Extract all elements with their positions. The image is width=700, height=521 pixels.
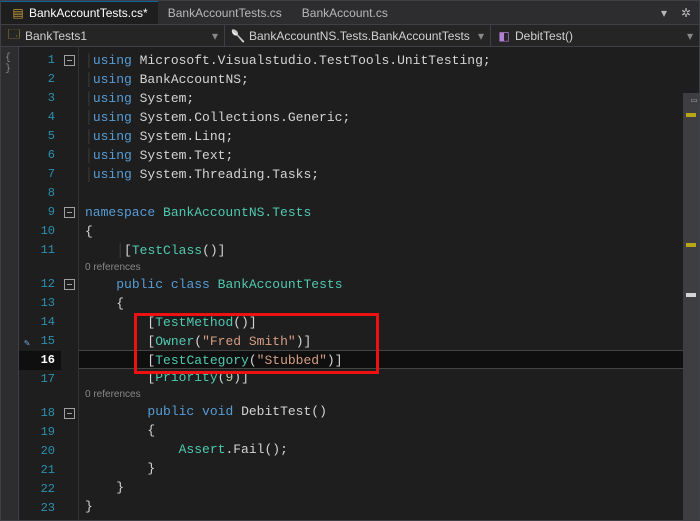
nav-class[interactable]: 🥄 BankAccountNS.Tests.BankAccountTests ▾ — [225, 25, 491, 46]
tab-label: BankAccountTests.cs — [168, 6, 282, 20]
nav-bar: 🗔 BankTests1 ▾ 🥄 BankAccountNS.Tests.Ban… — [1, 25, 699, 47]
tab-label: BankAccountTests.cs* — [29, 6, 148, 20]
code-area[interactable]: │using Microsoft.Visualstudio.TestTools.… — [79, 47, 699, 520]
method-icon: ◧ — [497, 29, 511, 43]
line-number-gutter: 1234 5678 91011 12131415 1617 18192021 2… — [19, 47, 61, 520]
chevron-down-icon: ▾ — [212, 29, 218, 43]
gear-icon[interactable]: ✲ — [679, 6, 693, 20]
tab-bar: ▤ BankAccountTests.cs* BankAccountTests.… — [1, 1, 699, 25]
nav-class-label: BankAccountNS.Tests.BankAccountTests — [249, 29, 470, 43]
nav-member[interactable]: ◧ DebitTest() ▾ — [491, 25, 699, 46]
nav-member-label: DebitTest() — [515, 29, 573, 43]
tab-bankaccounttests-modified[interactable]: ▤ BankAccountTests.cs* — [1, 1, 158, 24]
folding-margin[interactable] — [61, 47, 79, 520]
class-icon: 🥄 — [231, 29, 245, 43]
tab-label: BankAccount.cs — [302, 6, 388, 20]
code-editor[interactable]: { } 1234 5678 91011 12131415 1617 181920… — [1, 47, 699, 520]
codelens-method[interactable]: 0 references — [79, 387, 699, 402]
nav-scope[interactable]: 🗔 BankTests1 ▾ — [1, 25, 225, 46]
tab-bankaccounttests[interactable]: BankAccountTests.cs — [158, 1, 292, 24]
nav-scope-label: BankTests1 — [25, 29, 87, 43]
chevron-down-icon: ▾ — [478, 29, 484, 43]
edit-glyph-icon: ✎ — [24, 338, 30, 350]
project-icon: 🗔 — [7, 29, 21, 43]
file-icon: ▤ — [11, 6, 25, 20]
dropdown-icon[interactable]: ▾ — [657, 6, 671, 20]
indicator-margin: { } — [1, 47, 19, 520]
vertical-scrollbar[interactable] — [683, 93, 699, 520]
chevron-down-icon: ▾ — [687, 29, 693, 43]
codelens-class[interactable]: 0 references — [79, 260, 699, 275]
tab-bankaccount[interactable]: BankAccount.cs — [292, 1, 398, 24]
split-icon[interactable]: ▭ — [691, 95, 697, 107]
